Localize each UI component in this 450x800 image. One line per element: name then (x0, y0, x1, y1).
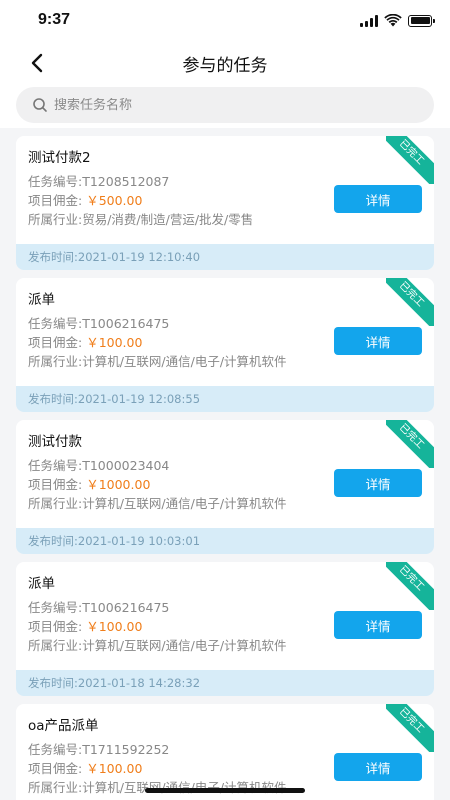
commission-value: ￥500.00 (86, 193, 143, 208)
search-icon (33, 98, 47, 112)
task-card[interactable]: 已完工 派单 任务编号:T1006216475 项目佣金: ￥100.00 所属… (16, 562, 434, 696)
task-industry: 所属行业:计算机/互联网/通信/电子/计算机软件 (28, 638, 287, 653)
signal-icon (360, 14, 378, 27)
task-industry: 所属行业:贸易/消费/制造/营运/批发/零售 (28, 212, 254, 227)
commission-label: 项目佣金: (28, 619, 83, 634)
status-bar: 9:37 (0, 0, 450, 44)
detail-button[interactable]: 详情 (334, 753, 422, 781)
commission-label: 项目佣金: (28, 477, 83, 492)
task-commission-row: 项目佣金: ￥100.00 (28, 759, 318, 778)
search-input[interactable] (54, 97, 354, 113)
publish-time: 发布时间:2021-01-19 12:10:40 (16, 244, 434, 270)
detail-button[interactable]: 详情 (334, 611, 422, 639)
task-list: 已完工 测试付款2 任务编号:T1208512087 项目佣金: ￥500.00… (0, 128, 450, 800)
wifi-icon (384, 14, 402, 27)
search-bar[interactable] (16, 87, 434, 123)
detail-button[interactable]: 详情 (334, 469, 422, 497)
task-industry: 所属行业:计算机/互联网/通信/电子/计算机软件 (28, 496, 287, 511)
status-icons (360, 14, 435, 27)
detail-button[interactable]: 详情 (334, 327, 422, 355)
task-title: 派单 (28, 292, 55, 308)
task-code: 任务编号:T1208512087 (28, 174, 170, 189)
battery-icon (408, 14, 435, 27)
task-title: 派单 (28, 576, 55, 592)
nav-bar: 参与的任务 (0, 44, 450, 82)
status-time: 9:37 (38, 11, 71, 28)
task-code: 任务编号:T1006216475 (28, 316, 170, 331)
task-commission-row: 项目佣金: ￥500.00 (28, 191, 318, 210)
commission-value: ￥100.00 (86, 335, 143, 350)
task-title: 测试付款2 (28, 150, 91, 166)
task-code: 任务编号:T1000023404 (28, 458, 170, 473)
task-commission-row: 项目佣金: ￥100.00 (28, 333, 318, 352)
task-code: 任务编号:T1711592252 (28, 742, 170, 757)
task-commission-row: 项目佣金: ￥1000.00 (28, 475, 318, 494)
publish-time: 发布时间:2021-01-19 10:03:01 (16, 528, 434, 554)
task-industry: 所属行业:计算机/互联网/通信/电子/计算机软件 (28, 354, 287, 369)
task-title: 测试付款 (28, 434, 82, 450)
commission-label: 项目佣金: (28, 761, 83, 776)
task-code: 任务编号:T1006216475 (28, 600, 170, 615)
home-indicator (145, 788, 305, 793)
detail-button[interactable]: 详情 (334, 185, 422, 213)
task-card[interactable]: 已完工 测试付款 任务编号:T1000023404 项目佣金: ￥1000.00… (16, 420, 434, 554)
task-commission-row: 项目佣金: ￥100.00 (28, 617, 318, 636)
task-title: oa产品派单 (28, 718, 99, 734)
publish-time: 发布时间:2021-01-19 12:08:55 (16, 386, 434, 412)
task-card[interactable]: 已完工 oa产品派单 任务编号:T1711592252 项目佣金: ￥100.0… (16, 704, 434, 800)
commission-label: 项目佣金: (28, 193, 83, 208)
commission-value: ￥100.00 (86, 761, 143, 776)
publish-time: 发布时间:2021-01-18 14:28:32 (16, 670, 434, 696)
commission-label: 项目佣金: (28, 335, 83, 350)
commission-value: ￥1000.00 (86, 477, 151, 492)
page-title: 参与的任务 (182, 56, 268, 76)
task-card[interactable]: 已完工 测试付款2 任务编号:T1208512087 项目佣金: ￥500.00… (16, 136, 434, 270)
task-card[interactable]: 已完工 派单 任务编号:T1006216475 项目佣金: ￥100.00 所属… (16, 278, 434, 412)
header: 9:37 参与的任务 (0, 0, 450, 128)
commission-value: ￥100.00 (86, 619, 143, 634)
